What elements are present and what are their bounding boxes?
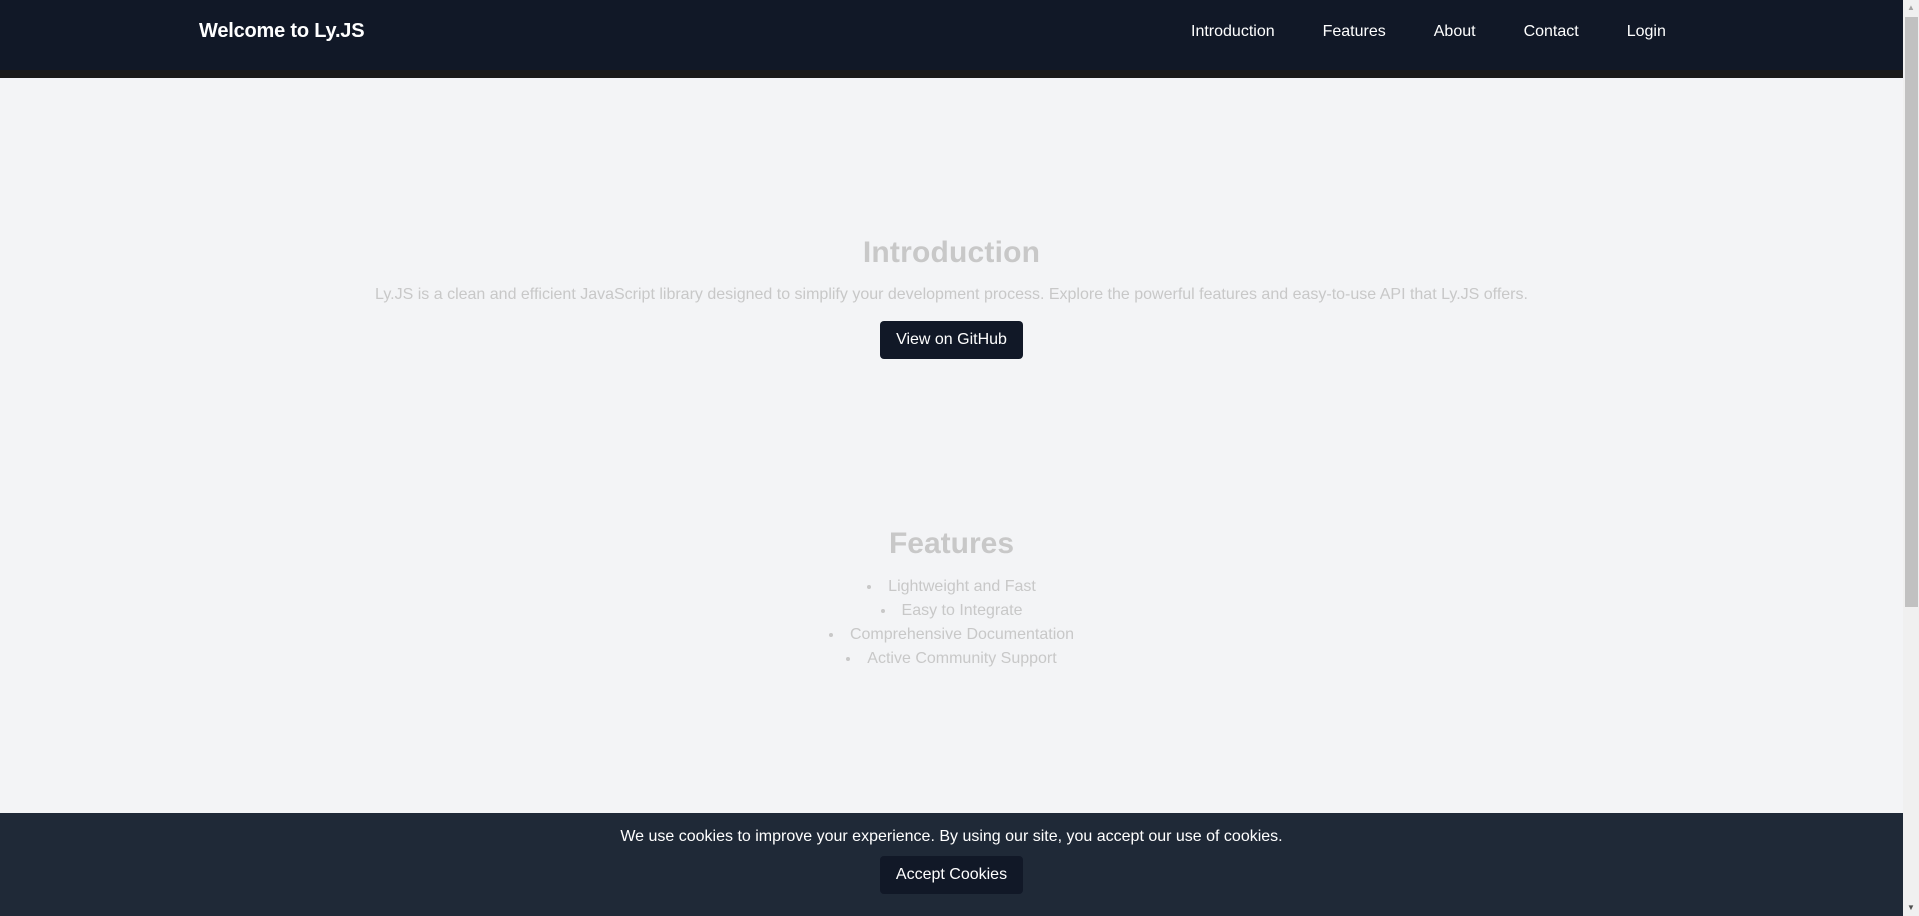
accept-cookies-button[interactable]: Accept Cookies [879,856,1024,894]
page-viewport: Welcome to Ly.JS Introduction Features A… [0,0,1903,916]
features-list: Lightweight and Fast Easy to Integrate C… [0,575,1903,671]
features-section: Features Lightweight and Fast Easy to In… [0,527,1903,671]
nav-link-introduction[interactable]: Introduction [1191,23,1275,41]
nav-link-contact[interactable]: Contact [1524,23,1579,41]
scroll-down-arrow-icon[interactable]: ▼ [1903,900,1919,916]
nav-link-features[interactable]: Features [1323,23,1386,41]
vertical-scrollbar[interactable]: ▲ ▼ [1903,0,1919,916]
top-navbar: Welcome to Ly.JS Introduction Features A… [0,0,1903,78]
main-nav: Introduction Features About Contact Logi… [1191,23,1666,41]
feature-item: Lightweight and Fast [0,575,1903,599]
introduction-section: Introduction Ly.JS is a clean and effici… [0,236,1903,359]
cookie-consent-banner: We use cookies to improve your experienc… [0,813,1903,916]
introduction-heading: Introduction [862,236,1041,269]
feature-item: Active Community Support [0,647,1903,671]
introduction-description: Ly.JS is a clean and efficient JavaScrip… [375,286,1528,303]
scrollbar-thumb[interactable] [1905,17,1918,607]
scroll-up-arrow-icon[interactable]: ▲ [1903,0,1919,16]
features-heading: Features [888,527,1015,560]
view-on-github-button[interactable]: View on GitHub [880,321,1023,359]
feature-item: Comprehensive Documentation [0,623,1903,647]
nav-link-login[interactable]: Login [1627,23,1666,41]
site-brand[interactable]: Welcome to Ly.JS [199,20,365,43]
feature-item: Easy to Integrate [0,599,1903,623]
cookie-message: We use cookies to improve your experienc… [620,828,1283,845]
nav-link-about[interactable]: About [1434,23,1476,41]
